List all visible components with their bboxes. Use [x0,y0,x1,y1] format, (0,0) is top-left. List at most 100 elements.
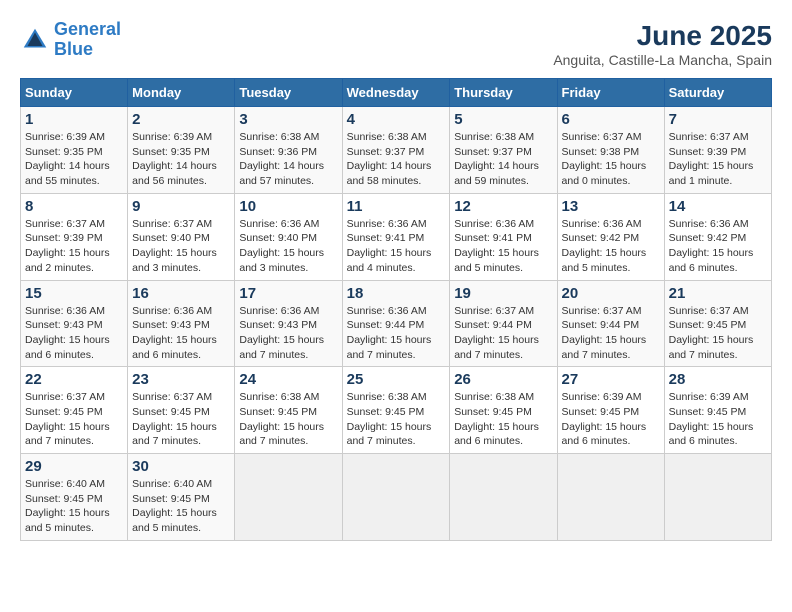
calendar-cell: 10 Sunrise: 6:36 AMSunset: 9:40 PMDayligh… [235,193,342,280]
calendar-cell: 1 Sunrise: 6:39 AMSunset: 9:35 PMDaylight… [21,107,128,194]
day-number: 2 [132,111,230,128]
day-detail: Sunrise: 6:36 AMSunset: 9:41 PMDaylight:… [454,217,552,276]
day-detail: Sunrise: 6:38 AMSunset: 9:37 PMDaylight:… [454,130,552,189]
calendar-week-3: 22Sunrise: 6:37 AMSunset: 9:45 PMDayligh… [21,367,772,454]
day-header-wednesday: Wednesday [342,79,450,107]
calendar-cell: 29 Sunrise: 6:40 AMSunset: 9:45 PMDayligh… [21,454,128,541]
calendar-cell: 20 Sunrise: 6:37 AMSunset: 9:44 PMDayligh… [557,280,664,367]
calendar-cell: 7 Sunrise: 6:37 AMSunset: 9:39 PMDaylight… [664,107,771,194]
calendar-cell: 30 Sunrise: 6:40 AMSunset: 9:45 PMDayligh… [128,454,235,541]
calendar-cell: 15Sunrise: 6:36 AMSunset: 9:43 PMDayligh… [21,280,128,367]
calendar-table: SundayMondayTuesdayWednesdayThursdayFrid… [20,78,772,541]
calendar-cell: 6 Sunrise: 6:37 AMSunset: 9:38 PMDaylight… [557,107,664,194]
day-detail: Sunrise: 6:36 AMSunset: 9:43 PMDaylight:… [239,304,337,363]
day-number: 14 [669,198,767,215]
day-number: 30 [132,458,230,475]
day-number: 6 [562,111,660,128]
day-detail: Sunrise: 6:39 AMSunset: 9:45 PMDaylight:… [669,390,767,449]
day-detail: Sunrise: 6:37 AMSunset: 9:45 PMDaylight:… [25,390,123,449]
calendar-cell: 11Sunrise: 6:36 AMSunset: 9:41 PMDayligh… [342,193,450,280]
calendar-week-0: 1 Sunrise: 6:39 AMSunset: 9:35 PMDaylight… [21,107,772,194]
calendar-cell: 3 Sunrise: 6:38 AMSunset: 9:36 PMDaylight… [235,107,342,194]
day-detail: Sunrise: 6:36 AMSunset: 9:43 PMDaylight:… [25,304,123,363]
calendar-cell: 19Sunrise: 6:37 AMSunset: 9:44 PMDayligh… [450,280,557,367]
day-header-thursday: Thursday [450,79,557,107]
day-number: 29 [25,458,123,475]
calendar-cell: 5Sunrise: 6:38 AMSunset: 9:37 PMDaylight… [450,107,557,194]
header: General Blue June 2025 Anguita, Castille… [20,20,772,68]
day-header-friday: Friday [557,79,664,107]
logo-text: General Blue [54,20,121,60]
day-detail: Sunrise: 6:38 AMSunset: 9:45 PMDaylight:… [347,390,446,449]
calendar-cell: 23 Sunrise: 6:37 AMSunset: 9:45 PMDayligh… [128,367,235,454]
calendar-cell: 28 Sunrise: 6:39 AMSunset: 9:45 PMDayligh… [664,367,771,454]
day-detail: Sunrise: 6:36 AMSunset: 9:43 PMDaylight:… [132,304,230,363]
calendar-cell: 22Sunrise: 6:37 AMSunset: 9:45 PMDayligh… [21,367,128,454]
day-detail: Sunrise: 6:38 AMSunset: 9:36 PMDaylight:… [239,130,337,189]
day-number: 1 [25,111,123,128]
day-detail: Sunrise: 6:39 AMSunset: 9:45 PMDaylight:… [562,390,660,449]
day-detail: Sunrise: 6:36 AMSunset: 9:40 PMDaylight:… [239,217,337,276]
day-number: 24 [239,371,337,388]
calendar-cell: 27 Sunrise: 6:39 AMSunset: 9:45 PMDayligh… [557,367,664,454]
day-header-sunday: Sunday [21,79,128,107]
day-number: 3 [239,111,337,128]
day-number: 8 [25,198,123,215]
calendar-cell: 9 Sunrise: 6:37 AMSunset: 9:40 PMDaylight… [128,193,235,280]
calendar-cell: 2 Sunrise: 6:39 AMSunset: 9:35 PMDaylight… [128,107,235,194]
day-number: 13 [562,198,660,215]
day-header-saturday: Saturday [664,79,771,107]
day-number: 11 [347,198,446,215]
logo: General Blue [20,20,121,60]
title-area: June 2025 Anguita, Castille-La Mancha, S… [553,20,772,68]
day-detail: Sunrise: 6:39 AMSunset: 9:35 PMDaylight:… [132,130,230,189]
day-number: 20 [562,285,660,302]
calendar-cell: 17Sunrise: 6:36 AMSunset: 9:43 PMDayligh… [235,280,342,367]
subtitle: Anguita, Castille-La Mancha, Spain [553,52,772,68]
day-number: 28 [669,371,767,388]
days-header-row: SundayMondayTuesdayWednesdayThursdayFrid… [21,79,772,107]
day-detail: Sunrise: 6:38 AMSunset: 9:45 PMDaylight:… [239,390,337,449]
day-detail: Sunrise: 6:37 AMSunset: 9:40 PMDaylight:… [132,217,230,276]
calendar-cell [450,454,557,541]
day-number: 7 [669,111,767,128]
calendar-cell [235,454,342,541]
logo-line2: Blue [54,39,93,59]
calendar-cell [664,454,771,541]
day-detail: Sunrise: 6:37 AMSunset: 9:39 PMDaylight:… [669,130,767,189]
day-number: 10 [239,198,337,215]
calendar-cell: 21 Sunrise: 6:37 AMSunset: 9:45 PMDayligh… [664,280,771,367]
day-detail: Sunrise: 6:39 AMSunset: 9:35 PMDaylight:… [25,130,123,189]
day-number: 23 [132,371,230,388]
day-number: 16 [132,285,230,302]
day-detail: Sunrise: 6:37 AMSunset: 9:44 PMDaylight:… [562,304,660,363]
day-number: 9 [132,198,230,215]
day-detail: Sunrise: 6:40 AMSunset: 9:45 PMDaylight:… [132,477,230,536]
day-number: 27 [562,371,660,388]
calendar-cell: 4Sunrise: 6:38 AMSunset: 9:37 PMDaylight… [342,107,450,194]
calendar-cell [342,454,450,541]
calendar-cell: 18 Sunrise: 6:36 AMSunset: 9:44 PMDayligh… [342,280,450,367]
calendar-cell: 12 Sunrise: 6:36 AMSunset: 9:41 PMDayligh… [450,193,557,280]
day-detail: Sunrise: 6:38 AMSunset: 9:37 PMDaylight:… [347,130,446,189]
day-detail: Sunrise: 6:40 AMSunset: 9:45 PMDaylight:… [25,477,123,536]
day-number: 12 [454,198,552,215]
day-detail: Sunrise: 6:36 AMSunset: 9:44 PMDaylight:… [347,304,446,363]
calendar-cell: 26Sunrise: 6:38 AMSunset: 9:45 PMDayligh… [450,367,557,454]
calendar-cell: 16 Sunrise: 6:36 AMSunset: 9:43 PMDayligh… [128,280,235,367]
day-detail: Sunrise: 6:37 AMSunset: 9:38 PMDaylight:… [562,130,660,189]
day-header-monday: Monday [128,79,235,107]
calendar-cell: 14Sunrise: 6:36 AMSunset: 9:42 PMDayligh… [664,193,771,280]
day-detail: Sunrise: 6:37 AMSunset: 9:39 PMDaylight:… [25,217,123,276]
day-detail: Sunrise: 6:37 AMSunset: 9:45 PMDaylight:… [132,390,230,449]
calendar-body: 1 Sunrise: 6:39 AMSunset: 9:35 PMDaylight… [21,107,772,541]
calendar-week-1: 8 Sunrise: 6:37 AMSunset: 9:39 PMDaylight… [21,193,772,280]
day-number: 21 [669,285,767,302]
logo-line1: General [54,19,121,39]
calendar-cell [557,454,664,541]
day-detail: Sunrise: 6:37 AMSunset: 9:45 PMDaylight:… [669,304,767,363]
day-number: 18 [347,285,446,302]
calendar-cell: 8 Sunrise: 6:37 AMSunset: 9:39 PMDaylight… [21,193,128,280]
day-detail: Sunrise: 6:38 AMSunset: 9:45 PMDaylight:… [454,390,552,449]
logo-icon [20,25,50,55]
